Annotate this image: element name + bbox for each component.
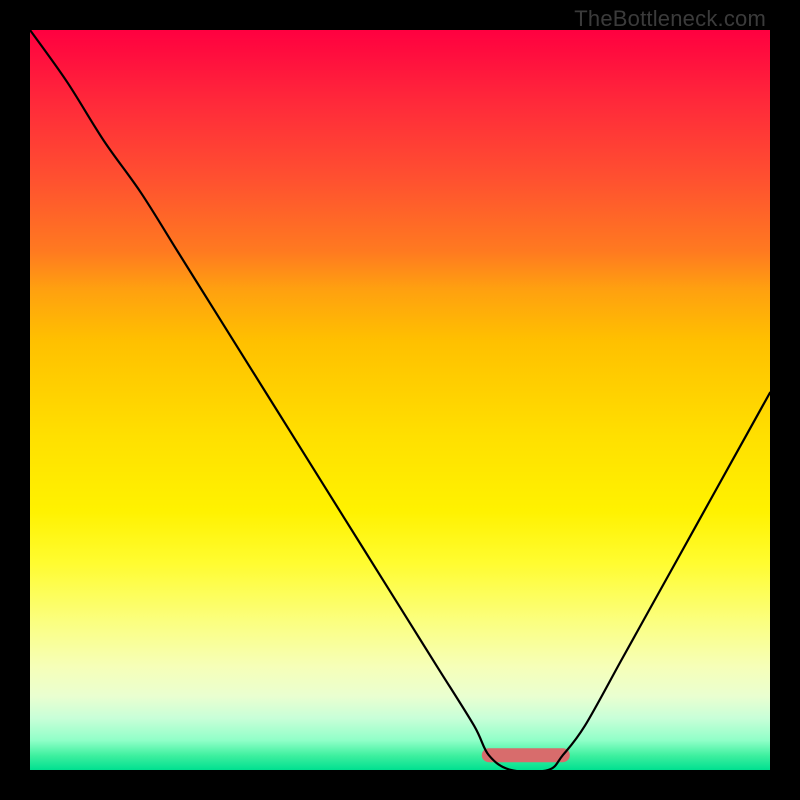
curve-svg: [30, 30, 770, 770]
chart-frame: TheBottleneck.com: [0, 0, 800, 800]
plot-area: [30, 30, 770, 770]
watermark-text: TheBottleneck.com: [574, 6, 766, 32]
bottleneck-curve: [30, 30, 770, 770]
